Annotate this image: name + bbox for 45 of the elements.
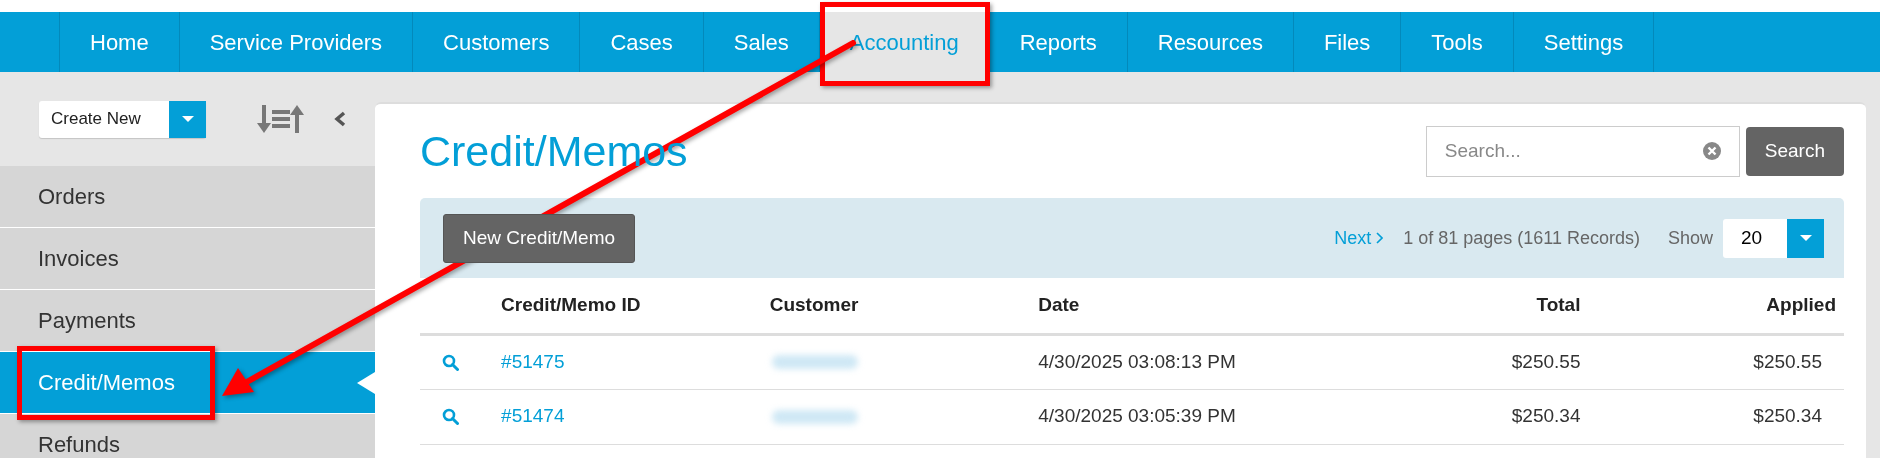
table-cell: $250.55 bbox=[1753, 350, 1822, 372]
table-cell: $250.55 bbox=[1511, 350, 1581, 372]
clear-icon[interactable] bbox=[1702, 142, 1721, 160]
sidebar-item[interactable]: Invoices bbox=[0, 228, 375, 290]
new-credit-memo-button[interactable]: New Credit/Memo bbox=[443, 213, 636, 263]
show-label: Show bbox=[1667, 226, 1713, 250]
credit-memo-id-link[interactable]: #51475 bbox=[501, 350, 565, 372]
sort-icon[interactable] bbox=[257, 105, 305, 133]
table-cell: $250.34 bbox=[1511, 405, 1581, 427]
caret-icon bbox=[169, 100, 206, 138]
sidebar-item[interactable]: Payments bbox=[0, 290, 375, 352]
next-page-link[interactable]: Next bbox=[1334, 224, 1384, 252]
column-header: Customer bbox=[769, 294, 859, 315]
table-cell: 4/30/2025 03:05:39 PM bbox=[1038, 405, 1236, 427]
page-size-dropdown[interactable]: 20 bbox=[1723, 218, 1824, 258]
column-header: Applied bbox=[1766, 294, 1836, 315]
column-header: Total bbox=[1536, 294, 1581, 315]
collapse-chevron-icon[interactable] bbox=[334, 111, 346, 127]
search-button[interactable]: Search bbox=[1745, 126, 1844, 176]
sidebar-item[interactable]: Orders bbox=[0, 166, 375, 228]
column-header: Credit/Memo ID bbox=[501, 294, 641, 315]
sidebar-item[interactable]: Refunds bbox=[0, 414, 375, 458]
page-summary: 1 of 81 pages (1611 Records) bbox=[1403, 226, 1640, 250]
search-icon[interactable] bbox=[442, 408, 459, 425]
nav-tab[interactable]: Resources bbox=[1127, 12, 1294, 72]
nav-tab[interactable]: Service Providers bbox=[179, 12, 414, 72]
column-header: Date bbox=[1038, 294, 1080, 315]
nav-tab[interactable]: Home bbox=[60, 12, 180, 72]
create-new-dropdown[interactable]: Create New bbox=[39, 100, 206, 138]
caret-icon bbox=[1787, 218, 1824, 258]
sidebar-item[interactable]: Credit/Memos bbox=[0, 352, 375, 414]
nav-tab[interactable]: Tools bbox=[1401, 12, 1514, 72]
table-cell: 4/30/2025 03:08:13 PM bbox=[1038, 350, 1236, 372]
search-field[interactable]: Search... bbox=[1425, 125, 1740, 177]
nav-tab[interactable]: Settings bbox=[1513, 12, 1655, 72]
chevron-right-icon bbox=[1376, 232, 1384, 244]
credit-memo-id-link[interactable]: #51474 bbox=[501, 405, 565, 427]
nav-tab[interactable]: Sales bbox=[703, 12, 820, 72]
nav-tab[interactable]: Reports bbox=[989, 12, 1128, 72]
table-cell: $250.34 bbox=[1753, 405, 1822, 427]
search-icon[interactable] bbox=[442, 353, 459, 371]
search-input[interactable]: Search... bbox=[1444, 136, 1703, 166]
nav-tab[interactable]: Customers bbox=[413, 12, 581, 72]
nav-tab[interactable]: Cases bbox=[580, 12, 704, 72]
nav-tab[interactable]: Files bbox=[1293, 12, 1402, 72]
